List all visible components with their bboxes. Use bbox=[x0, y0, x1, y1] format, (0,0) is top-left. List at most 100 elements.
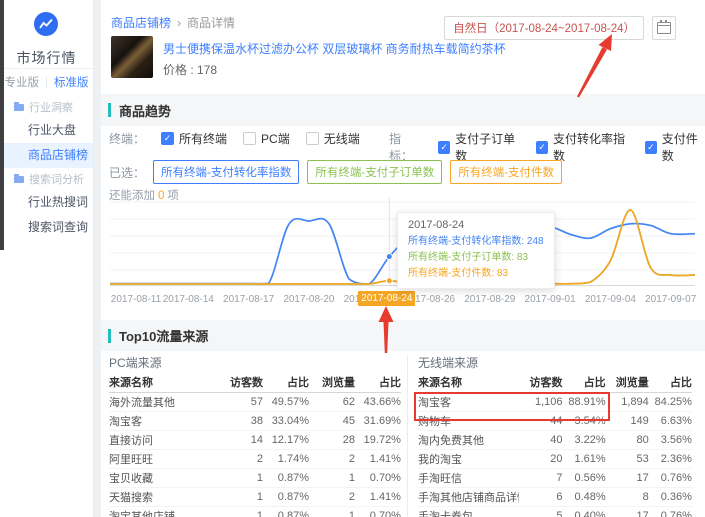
cell: 1.41% bbox=[369, 453, 401, 465]
checkbox[interactable] bbox=[161, 132, 175, 145]
checkbox-option[interactable]: 无线端 bbox=[305, 130, 360, 147]
cell: 0.70% bbox=[369, 472, 401, 484]
column-header: 浏览量 bbox=[615, 377, 649, 389]
product-title-link[interactable]: 男士便携保温水杯过滤办公杯 双层玻璃杯 商务耐热车载简约茶杯 bbox=[163, 40, 506, 57]
cell: 3.22% bbox=[574, 434, 606, 446]
cell: 0.56% bbox=[574, 472, 606, 484]
cell: 淘内免费其他 bbox=[418, 435, 484, 447]
folder-icon bbox=[14, 101, 24, 111]
cell: 7 bbox=[556, 472, 563, 484]
cell: 天猫搜索 bbox=[109, 492, 153, 504]
checkbox-option[interactable]: 所有终端 bbox=[161, 130, 227, 147]
cell: 1.61% bbox=[574, 453, 606, 465]
cell: 1 bbox=[348, 472, 355, 484]
cell: 淘宝客 bbox=[109, 416, 142, 428]
sidebar-item[interactable]: 行业热搜词 bbox=[0, 190, 93, 215]
product-price: 价格 : 178 bbox=[163, 63, 218, 77]
terminal-filter-group: 终端： 所有终端 PC端 无线端 bbox=[109, 130, 360, 147]
cell: 1 bbox=[348, 510, 355, 517]
cell: 28 bbox=[342, 434, 355, 446]
x-axis-tick: 2017-08-29 bbox=[464, 294, 516, 305]
cell: 53 bbox=[636, 453, 649, 465]
cell: 14 bbox=[250, 434, 264, 446]
column-header: 占比 bbox=[583, 377, 606, 389]
cell: 19.72% bbox=[363, 434, 401, 446]
cell: 海外流量其他 bbox=[109, 397, 175, 409]
product-thumbnail[interactable] bbox=[111, 36, 153, 78]
app-logo bbox=[34, 12, 58, 36]
section-accent-bar bbox=[108, 103, 111, 117]
cell: 6.63% bbox=[660, 415, 692, 427]
cell: 1.41% bbox=[369, 491, 401, 503]
cell: 2.36% bbox=[660, 453, 692, 465]
cell: 1 bbox=[256, 510, 264, 517]
table-header-row: 来源名称 访客数 占比 浏览量 占比 bbox=[109, 372, 401, 393]
sidebar-gutter bbox=[94, 0, 101, 517]
section-header-sources: Top10流量来源 bbox=[101, 320, 705, 351]
cell: 17 bbox=[636, 510, 649, 517]
cell: 0.87% bbox=[277, 510, 309, 517]
breadcrumb-parent-link[interactable]: 商品店铺榜 bbox=[111, 14, 171, 31]
selected-metric-tag[interactable]: 所有终端-支付子订单数 bbox=[307, 160, 443, 184]
sidebar-item[interactable]: 搜索词查询 bbox=[0, 215, 93, 240]
cell: 80 bbox=[636, 434, 649, 446]
checkbox[interactable] bbox=[305, 132, 319, 145]
sidebar-section-label: 搜索词分析 bbox=[29, 174, 84, 186]
table-row: 天猫搜索 1 0.87% 2 1.41% bbox=[109, 488, 401, 507]
column-header: 占比 bbox=[287, 377, 309, 389]
cell: 2 bbox=[348, 491, 355, 503]
checkbox-option[interactable]: PC端 bbox=[243, 130, 290, 147]
app-title: 市场行情 bbox=[16, 50, 77, 66]
checkbox[interactable] bbox=[536, 140, 548, 154]
checkbox-option[interactable]: 支付子订单数 bbox=[438, 130, 520, 164]
x-axis-tick: 2017-08-11 bbox=[110, 294, 162, 305]
metric-options: 支付子订单数 支付转化率指数 支付件数 bbox=[438, 130, 705, 164]
checkbox-label: 所有终端 bbox=[179, 132, 228, 146]
selected-metric-tag[interactable]: 所有终端-支付转化率指数 bbox=[153, 160, 300, 184]
selected-tags: 所有终端-支付转化率指数 所有终端-支付子订单数 所有终端-支付件数 bbox=[153, 160, 563, 184]
tab-standard-version[interactable]: 标准版 bbox=[54, 74, 89, 90]
section-accent-bar bbox=[108, 328, 111, 343]
cell: 0.87% bbox=[277, 491, 309, 503]
wireless-sources-table: 无线端来源 来源名称 访客数 占比 浏览量 占比 淘宝客 1,106 88.91% 1,894 8… bbox=[418, 354, 692, 517]
terminal-options: 所有终端 PC端 无线端 bbox=[161, 130, 360, 147]
checkbox-option[interactable]: 支付件数 bbox=[644, 130, 705, 164]
sidebar-item[interactable]: 商品店铺榜 bbox=[0, 143, 93, 168]
checkbox[interactable] bbox=[438, 140, 451, 154]
checkbox[interactable] bbox=[243, 132, 257, 145]
cell: 淘宝其他店铺 bbox=[109, 511, 175, 517]
column-header: 来源名称 bbox=[418, 377, 462, 389]
x-axis-tick: 2017-09-07 bbox=[645, 294, 697, 305]
sidebar: 市场行情 专业版 标准版 行业洞察 行业大盘 商品店铺榜搜索词分析行业热搜词 搜索词查… bbox=[0, 0, 94, 517]
calendar-button[interactable] bbox=[652, 16, 676, 40]
checkbox-label: 支付件数 bbox=[661, 132, 698, 163]
cell: 2 bbox=[256, 453, 264, 465]
selected-metric-tag[interactable]: 所有终端-支付件数 bbox=[450, 160, 563, 184]
x-axis-tick: 2017-09-04 bbox=[584, 294, 636, 305]
cell: 5 bbox=[556, 510, 563, 517]
cell: 手淘旺信 bbox=[418, 473, 462, 485]
column-header: 访客数 bbox=[529, 377, 563, 389]
cell: 我的淘宝 bbox=[418, 454, 462, 466]
tooltip-date: 2017-08-24 bbox=[408, 219, 465, 231]
checkbox[interactable] bbox=[644, 140, 657, 154]
calendar-icon bbox=[657, 20, 671, 34]
column-divider bbox=[407, 356, 408, 517]
checkbox-option[interactable]: 支付转化率指数 bbox=[536, 130, 629, 164]
cell: 1 bbox=[256, 472, 264, 484]
main-content: 商品店铺榜 › 商品详情 男士便携保温水杯过滤办公杯 双层玻璃杯 商务耐热车载简… bbox=[101, 0, 705, 517]
folder-icon bbox=[14, 173, 24, 183]
annotation-arrow-date-icon bbox=[577, 34, 612, 98]
sidebar-item[interactable]: 行业大盘 bbox=[0, 118, 93, 143]
table-row: 手淘其他店铺商品详情 6 0.48% 8 0.36% bbox=[418, 488, 692, 507]
breadcrumb-current: 商品详情 bbox=[187, 16, 236, 30]
sidebar-section: 行业洞察 bbox=[0, 96, 93, 118]
cell: 1 bbox=[256, 491, 264, 503]
tab-divider bbox=[46, 76, 47, 88]
cell: 0.70% bbox=[369, 510, 401, 517]
selected-label: 已选： bbox=[109, 165, 146, 180]
table-row: 淘宝客 38 33.04% 45 31.69% bbox=[109, 412, 401, 431]
terminal-group-label: 终端： bbox=[109, 132, 146, 146]
tab-pro-version[interactable]: 专业版 bbox=[5, 74, 40, 90]
sidebar-dark-edge bbox=[0, 0, 4, 250]
